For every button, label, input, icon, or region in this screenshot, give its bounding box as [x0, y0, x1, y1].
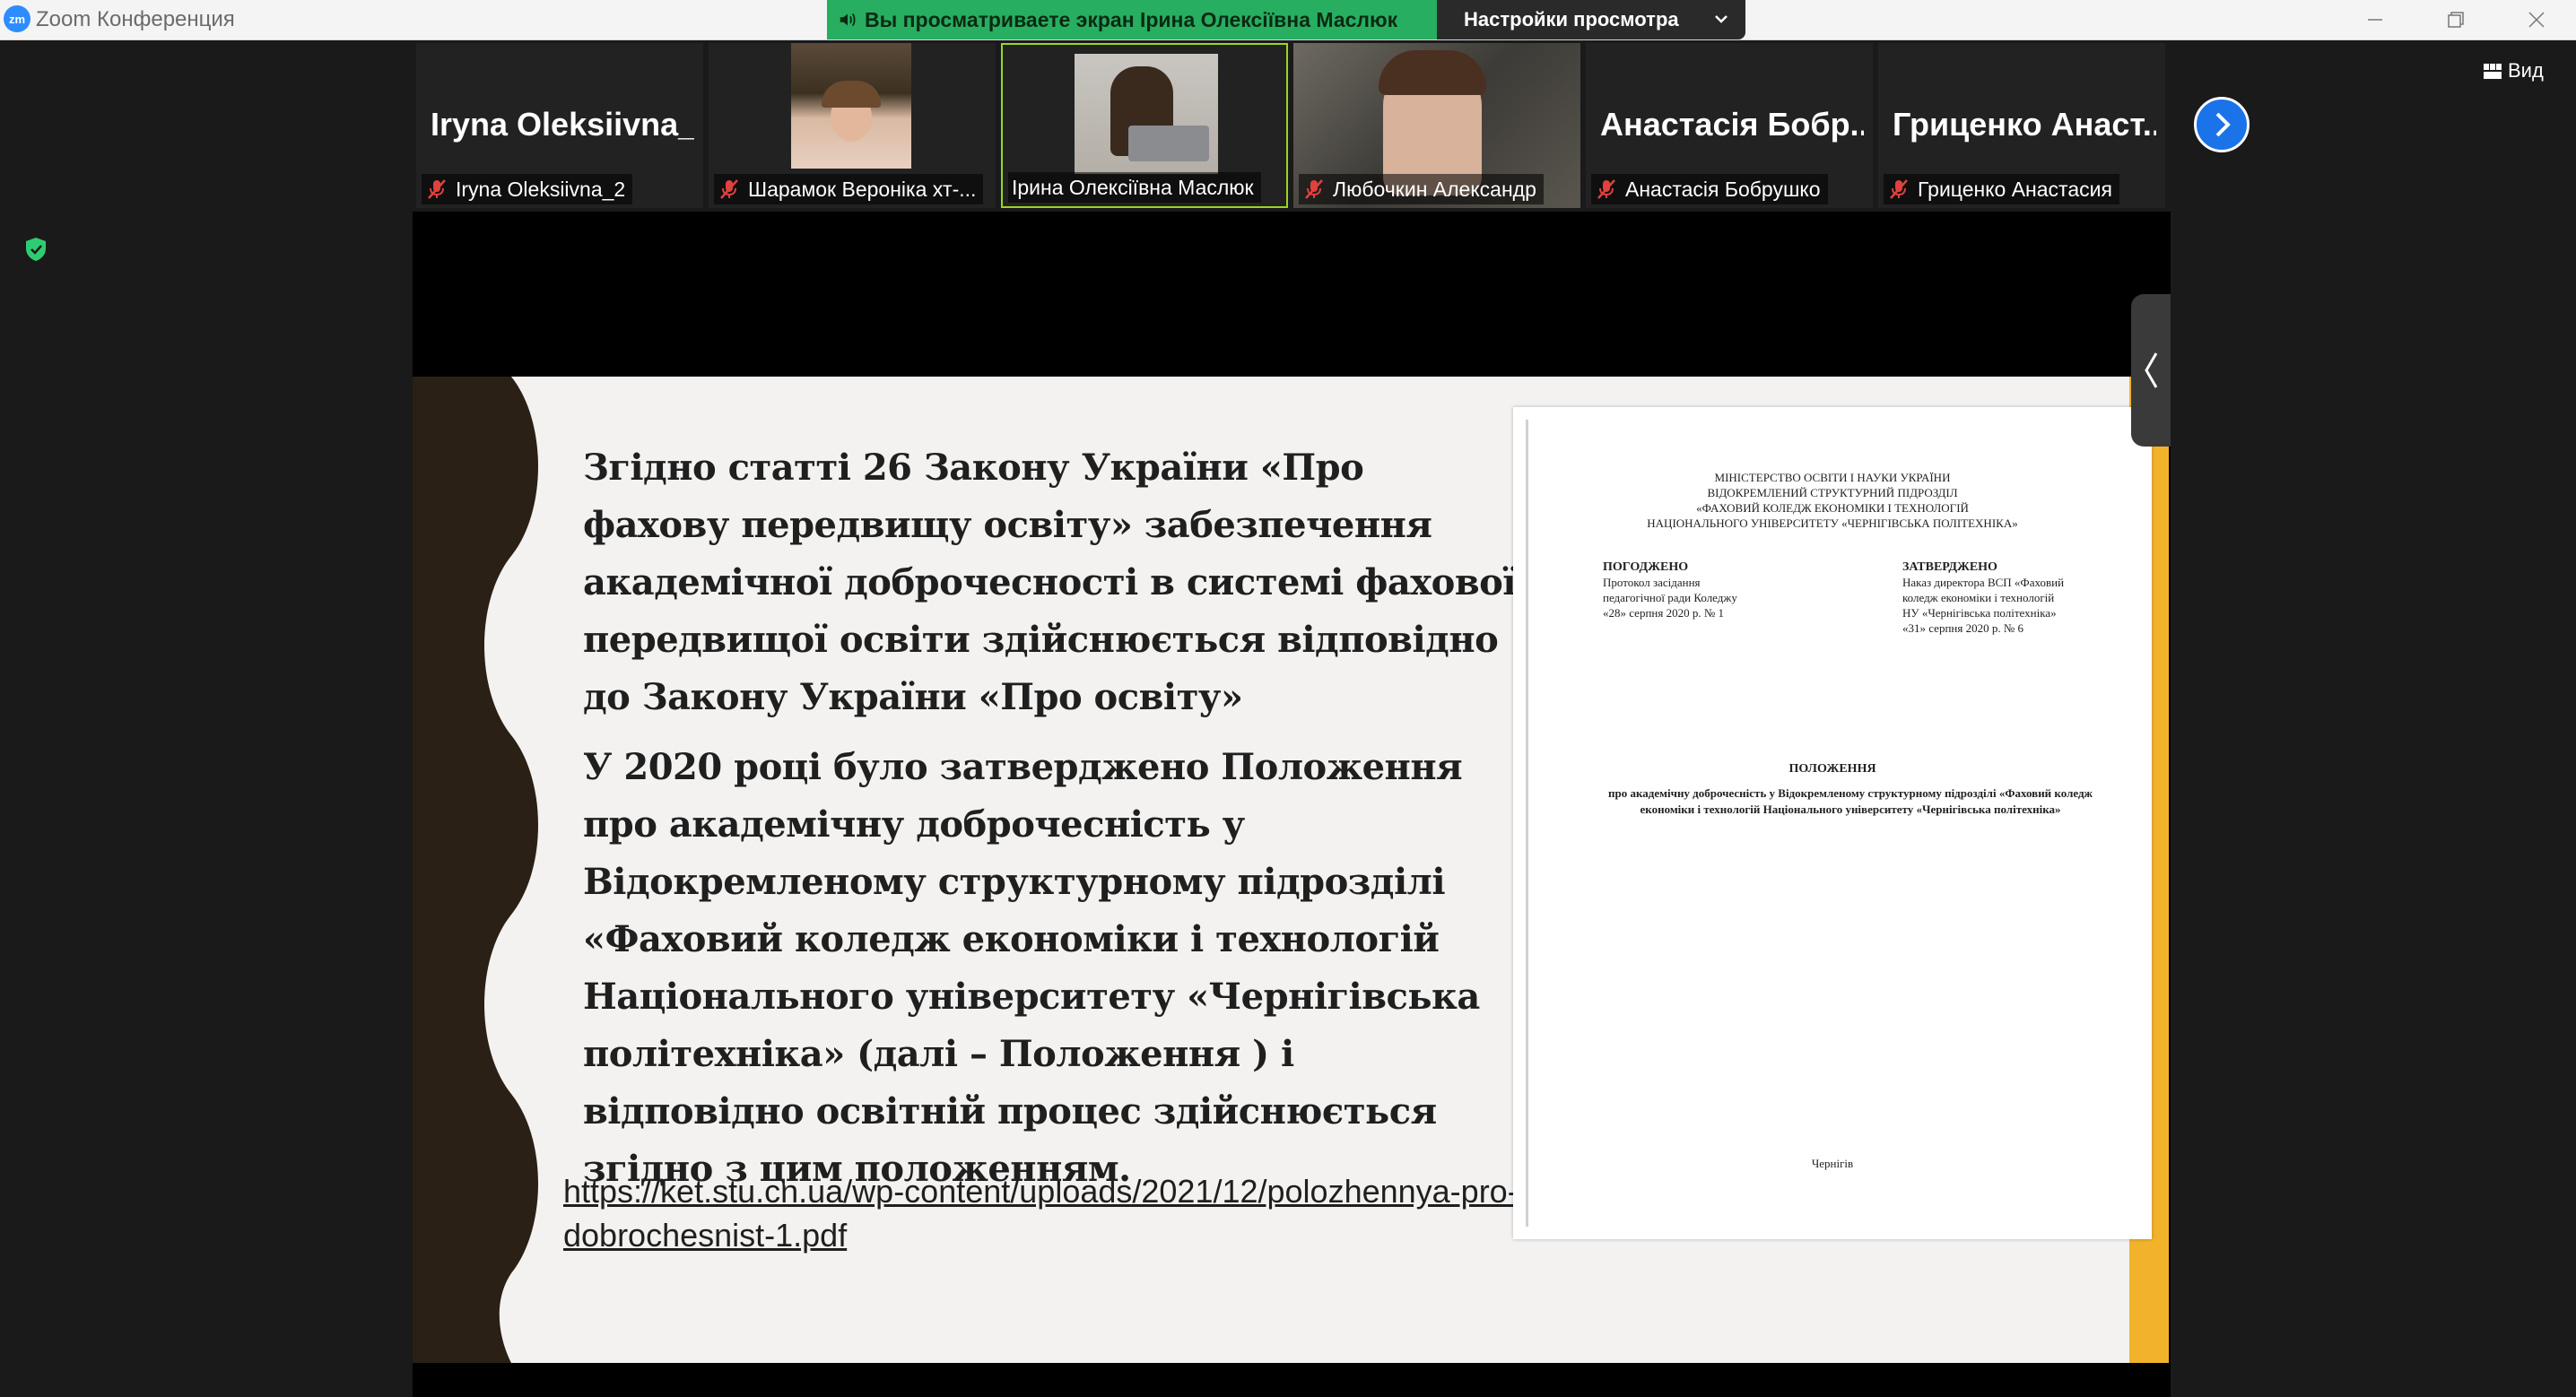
participant-name: Любочкин Александр	[1333, 177, 1536, 201]
mic-muted-icon	[720, 179, 738, 199]
mic-muted-icon	[1597, 179, 1615, 199]
share-banner-text: Вы просматриваете экран Ірина Олексіївна…	[865, 7, 1398, 31]
participant-big-name: Iryna Oleksiivna_2	[431, 106, 694, 143]
participant-tile[interactable]: Iryna Oleksiivna_2 Iryna Oleksiivna_2	[416, 43, 703, 208]
participant-nameplate: Анастасія Бобрушко	[1591, 174, 1828, 204]
security-shield-icon[interactable]	[22, 235, 50, 264]
minimize-icon[interactable]	[2361, 5, 2389, 34]
participant-nameplate: Iryna Oleksiivna_2	[422, 174, 633, 204]
document-left-line: «28» серпня 2020 р. № 1	[1603, 606, 1724, 620]
document-preview: МІНІСТЕРСТВО ОСВІТИ І НАУКИ УКРАЇНИ ВІДО…	[1513, 407, 2152, 1239]
participant-tile-active-speaker[interactable]: Ірина Олексіївна Маслюк	[1001, 43, 1288, 208]
slide-wavy-border	[413, 377, 538, 1363]
mic-muted-icon	[428, 179, 446, 199]
document-title: ПОЛОЖЕННЯ	[1788, 762, 1876, 776]
document-right-line: Наказ директора ВСП «Фаховий	[1902, 576, 2065, 589]
participant-name: Анастасія Бобрушко	[1625, 177, 1821, 201]
title-bar: zm Zoom Конференция Вы просматриваете эк…	[0, 0, 2576, 40]
document-subtitle: про академічну доброчесність у Відокремл…	[1608, 786, 2093, 816]
close-icon[interactable]	[2522, 5, 2551, 34]
participant-name: Гриценко Анастасия	[1918, 177, 2112, 201]
document-edge-line	[1526, 420, 1528, 1227]
speaker-icon	[840, 13, 856, 27]
document-approval-right: ЗАТВЕРДЖЕНО Наказ директора ВСП «Фаховий…	[1902, 560, 2064, 636]
document-left-heading: ПОГОДЖЕНО	[1603, 560, 1689, 574]
document-left-line: педагогічної ради Коледжу	[1603, 591, 1737, 604]
mic-muted-icon	[1890, 179, 1908, 199]
zoom-logo-icon: zm	[4, 5, 30, 32]
slide-body-text: Згідно статті 26 Закону України «Про фах…	[583, 439, 1520, 1210]
participant-big-name: Гриценко Анаст...	[1893, 106, 2156, 143]
next-participants-button[interactable]	[2194, 97, 2250, 152]
chevron-left-icon	[2145, 352, 2158, 388]
mic-muted-icon	[1305, 179, 1323, 199]
document-right-line: коледж економіки і технологій	[1902, 591, 2055, 604]
participant-tile[interactable]: Шарамок Вероніка хт-...	[709, 43, 996, 208]
participant-name: Iryna Oleksiivna_2	[456, 177, 626, 201]
participant-tile[interactable]: Гриценко Анаст... Гриценко Анастасия	[1878, 43, 2165, 208]
participant-nameplate: Любочкин Александр	[1299, 174, 1544, 204]
grid-view-icon	[2484, 64, 2502, 79]
presentation-slide: Згідно статті 26 Закону України «Про фах…	[413, 377, 2169, 1363]
participant-nameplate: Ірина Олексіївна Маслюк	[1008, 172, 1261, 203]
view-settings-button[interactable]: Настройки просмотра	[1437, 0, 1745, 39]
participant-name: Шарамок Вероніка хт-...	[748, 177, 977, 201]
view-layout-label: Вид	[2508, 59, 2544, 82]
restore-icon[interactable]	[2441, 5, 2470, 34]
participant-tile[interactable]: Любочкин Александр	[1293, 43, 1580, 208]
document-city: Чернігів	[1811, 1157, 1854, 1170]
document-header-line: НАЦІОНАЛЬНОГО УНІВЕРСИТЕТУ «ЧЕРНІГІВСЬКА…	[1647, 516, 2018, 530]
view-layout-button[interactable]: Вид	[2483, 59, 2544, 82]
participant-video	[1075, 54, 1218, 174]
document-left-line: Протокол засідання	[1603, 576, 1701, 589]
view-settings-label: Настройки просмотра	[1464, 8, 1679, 30]
slide-paragraph: Згідно статті 26 Закону України «Про фах…	[583, 447, 1516, 718]
slide-paragraph: У 2020 році було затверджено Положення п…	[583, 746, 1480, 1190]
document-header-line: «ФАХОВИЙ КОЛЕДЖ ЕКОНОМІКИ І ТЕХНОЛОГІЙ	[1696, 501, 1969, 515]
document-header-line: ВІДОКРЕМЛЕНИЙ СТРУКТУРНИЙ ПІДРОЗДІЛ	[1707, 486, 1958, 499]
document-header: МІНІСТЕРСТВО ОСВІТИ І НАУКИ УКРАЇНИ ВІДО…	[1513, 470, 2152, 531]
document-approval-left: ПОГОДЖЕНО Протокол засідання педагогічно…	[1603, 560, 1737, 620]
chevron-down-icon	[1715, 15, 1727, 23]
document-right-line: НУ «Чернігівська політехніка»	[1902, 606, 2057, 620]
participant-nameplate: Шарамок Вероніка хт-...	[714, 174, 984, 204]
chevron-right-icon	[2215, 112, 2231, 137]
participant-big-name: Анастасія Бобр...	[1600, 106, 1864, 143]
collapse-panel-tab[interactable]	[2131, 294, 2171, 447]
participant-name: Ірина Олексіївна Маслюк	[1012, 175, 1254, 199]
document-link[interactable]: https://ket.stu.cn.ua/wp-content/uploads…	[563, 1169, 1527, 1257]
participant-nameplate: Гриценко Анастасия	[1884, 174, 2119, 204]
participant-video	[791, 43, 911, 169]
window-title: Zoom Конференция	[36, 7, 235, 31]
screen-share-banner: Вы просматриваете экран Ірина Олексіївна…	[827, 0, 1437, 39]
document-header-line: МІНІСТЕРСТВО ОСВІТИ І НАУКИ УКРАЇНИ	[1714, 471, 1951, 484]
document-right-line: «31» серпня 2020 р. № 6	[1902, 621, 2023, 635]
participant-tile[interactable]: Анастасія Бобр... Анастасія Бобрушко	[1586, 43, 1873, 208]
document-right-heading: ЗАТВЕРДЖЕНО	[1902, 560, 1997, 574]
